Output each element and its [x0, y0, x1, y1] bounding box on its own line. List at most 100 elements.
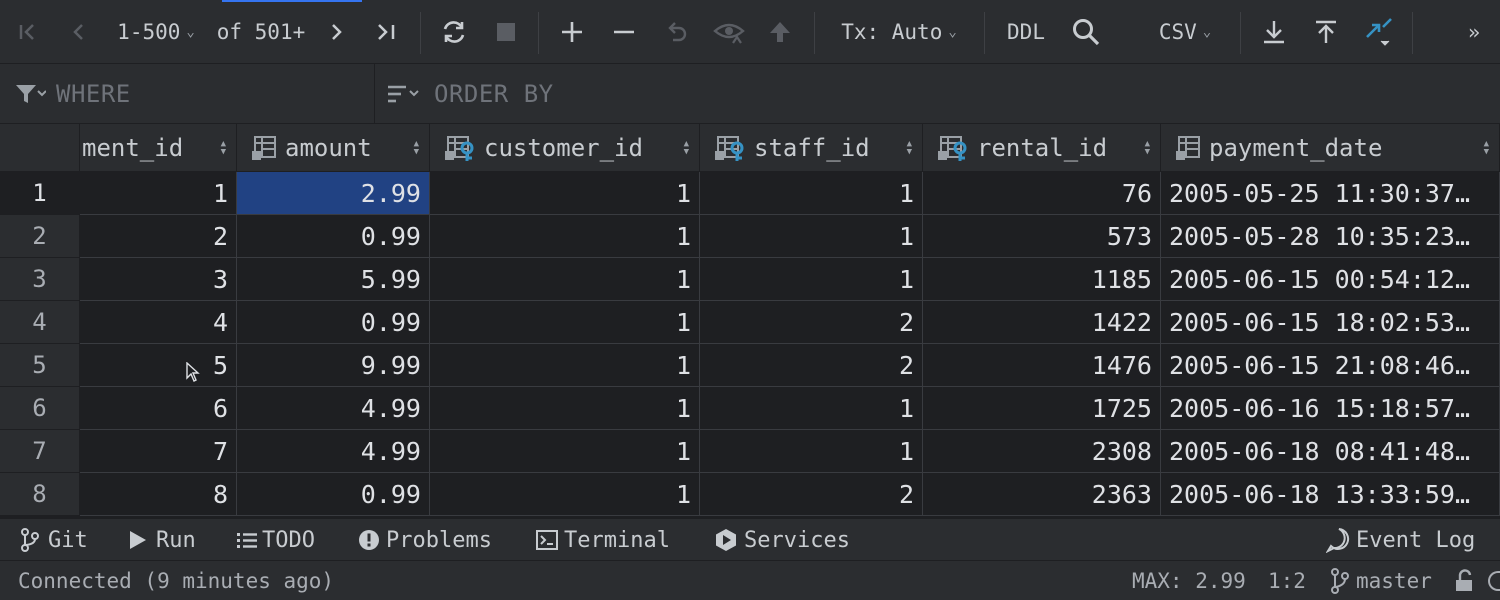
- table-cell-rental-id[interactable]: 1185: [923, 258, 1161, 301]
- table-cell-amount[interactable]: 0.99: [237, 301, 430, 344]
- tool-window-todo[interactable]: TODO: [236, 519, 315, 561]
- column-header-rental-id[interactable]: rental_id ▲ ▼: [923, 124, 1161, 172]
- table-cell-rental-id[interactable]: 1725: [923, 387, 1161, 430]
- import-data-button[interactable]: [1312, 0, 1340, 64]
- table-cell-amount[interactable]: 9.99: [237, 344, 430, 387]
- tool-window-terminal[interactable]: Terminal: [536, 519, 670, 561]
- sort-toggle-icon[interactable]: ▲ ▼: [221, 124, 226, 172]
- aggregate-value[interactable]: MAX: 2.99: [1132, 561, 1246, 600]
- search-button[interactable]: [1070, 0, 1102, 64]
- table-cell-customer-id[interactable]: 1: [430, 473, 700, 516]
- table-cell-payment-date[interactable]: 2005-06-15 21:08:46…: [1161, 344, 1500, 387]
- table-cell-customer-id[interactable]: 1: [430, 430, 700, 473]
- table-cell-payment-date[interactable]: 2005-05-25 11:30:37…: [1161, 172, 1500, 215]
- tool-window-git[interactable]: Git: [20, 519, 88, 561]
- table-cell-amount[interactable]: 4.99: [237, 430, 430, 473]
- table-cell-ment-id[interactable]: 1: [80, 172, 237, 215]
- table-cell-staff-id[interactable]: 1: [700, 430, 923, 473]
- add-row-button[interactable]: [558, 0, 586, 64]
- table-cell-staff-id[interactable]: 2: [700, 344, 923, 387]
- tool-window-run[interactable]: Run: [128, 519, 196, 561]
- table-cell-ment-id[interactable]: 3: [80, 258, 237, 301]
- table-cell-rental-id[interactable]: 573: [923, 215, 1161, 258]
- tool-window-services[interactable]: Services: [714, 519, 850, 561]
- sort-toggle-icon[interactable]: ▲ ▼: [1145, 124, 1150, 172]
- row-number[interactable]: 1: [0, 172, 80, 215]
- table-cell-amount[interactable]: 2.99: [237, 172, 430, 215]
- next-page-button[interactable]: [324, 0, 350, 64]
- where-filter-field[interactable]: WHERE: [14, 64, 364, 124]
- table-cell-customer-id[interactable]: 1: [430, 344, 700, 387]
- row-number[interactable]: 4: [0, 301, 80, 344]
- notifications-indicator[interactable]: [1488, 561, 1500, 600]
- export-format-dropdown[interactable]: CSV ⌄: [1152, 0, 1218, 64]
- table-cell-ment-id[interactable]: 6: [80, 387, 237, 430]
- caret-position[interactable]: 1:2: [1268, 561, 1306, 600]
- table-cell-staff-id[interactable]: 1: [700, 172, 923, 215]
- refresh-button[interactable]: [438, 0, 470, 64]
- row-number[interactable]: 7: [0, 430, 80, 473]
- table-cell-payment-date[interactable]: 2005-06-15 00:54:12…: [1161, 258, 1500, 301]
- table-cell-rental-id[interactable]: 1422: [923, 301, 1161, 344]
- table-cell-ment-id[interactable]: 4: [80, 301, 237, 344]
- table-cell-payment-date[interactable]: 2005-06-16 15:18:57…: [1161, 387, 1500, 430]
- table-cell-payment-date[interactable]: 2005-06-18 13:33:59…: [1161, 473, 1500, 516]
- delete-row-button[interactable]: [610, 0, 638, 64]
- export-data-button[interactable]: [1260, 0, 1288, 64]
- table-cell-amount[interactable]: 5.99: [237, 258, 430, 301]
- sort-toggle-icon[interactable]: ▲ ▼: [684, 124, 689, 172]
- sort-toggle-icon[interactable]: ▲ ▼: [907, 124, 912, 172]
- table-cell-amount[interactable]: 0.99: [237, 215, 430, 258]
- table-cell-payment-date[interactable]: 2005-06-15 18:02:53…: [1161, 301, 1500, 344]
- more-actions-button[interactable]: »: [1460, 0, 1488, 64]
- table-cell-rental-id[interactable]: 1476: [923, 344, 1161, 387]
- first-page-button[interactable]: [14, 0, 42, 64]
- table-cell-customer-id[interactable]: 1: [430, 258, 700, 301]
- column-header-payment-date[interactable]: payment_date ▲ ▼: [1161, 124, 1500, 172]
- transaction-mode-dropdown[interactable]: Tx: Auto ⌄: [836, 0, 962, 64]
- row-number[interactable]: 8: [0, 473, 80, 516]
- stop-button[interactable]: [494, 0, 518, 64]
- tool-window-problems[interactable]: Problems: [358, 519, 492, 561]
- column-header-ment-id[interactable]: ment_id ▲ ▼: [80, 124, 237, 172]
- order-by-field[interactable]: ORDER BY: [386, 64, 786, 124]
- table-cell-customer-id[interactable]: 1: [430, 387, 700, 430]
- table-cell-rental-id[interactable]: 2308: [923, 430, 1161, 473]
- table-cell-staff-id[interactable]: 2: [700, 301, 923, 344]
- column-header-customer-id[interactable]: customer_id ▲ ▼: [430, 124, 700, 172]
- table-cell-customer-id[interactable]: 1: [430, 215, 700, 258]
- read-only-toggle[interactable]: [1454, 561, 1476, 600]
- table-cell-ment-id[interactable]: 5: [80, 344, 237, 387]
- vcs-branch-widget[interactable]: master: [1330, 561, 1432, 600]
- table-cell-payment-date[interactable]: 2005-05-28 10:35:23…: [1161, 215, 1500, 258]
- table-cell-ment-id[interactable]: 7: [80, 430, 237, 473]
- table-cell-staff-id[interactable]: 1: [700, 387, 923, 430]
- preview-changes-button[interactable]: [712, 0, 746, 64]
- row-number[interactable]: 2: [0, 215, 80, 258]
- connection-status[interactable]: Connected (9 minutes ago): [18, 561, 334, 600]
- table-cell-ment-id[interactable]: 8: [80, 473, 237, 516]
- table-cell-rental-id[interactable]: 2363: [923, 473, 1161, 516]
- table-cell-rental-id[interactable]: 76: [923, 172, 1161, 215]
- row-number[interactable]: 6: [0, 387, 80, 430]
- column-header-amount[interactable]: amount ▲ ▼: [237, 124, 430, 172]
- tool-window-event-log[interactable]: Event Log: [1326, 519, 1475, 561]
- table-cell-staff-id[interactable]: 2: [700, 473, 923, 516]
- submit-button[interactable]: [766, 0, 794, 64]
- last-page-button[interactable]: [372, 0, 402, 64]
- table-cell-customer-id[interactable]: 1: [430, 172, 700, 215]
- row-number[interactable]: 5: [0, 344, 80, 387]
- result-grid[interactable]: ment_id ▲ ▼ amount ▲ ▼ customer_id ▲ ▼ staff_id ▲ ▼…: [0, 124, 1500, 518]
- total-rows-label[interactable]: of 501+: [216, 0, 306, 64]
- table-cell-amount[interactable]: 0.99: [237, 473, 430, 516]
- table-cell-ment-id[interactable]: 2: [80, 215, 237, 258]
- sort-toggle-icon[interactable]: ▲ ▼: [1484, 124, 1489, 172]
- compare-button[interactable]: [1362, 0, 1398, 64]
- previous-page-button[interactable]: [64, 0, 92, 64]
- table-cell-customer-id[interactable]: 1: [430, 301, 700, 344]
- sort-toggle-icon[interactable]: ▲ ▼: [414, 124, 419, 172]
- row-number[interactable]: 3: [0, 258, 80, 301]
- table-cell-staff-id[interactable]: 1: [700, 215, 923, 258]
- column-header-staff-id[interactable]: staff_id ▲ ▼: [700, 124, 923, 172]
- revert-button[interactable]: [662, 0, 692, 64]
